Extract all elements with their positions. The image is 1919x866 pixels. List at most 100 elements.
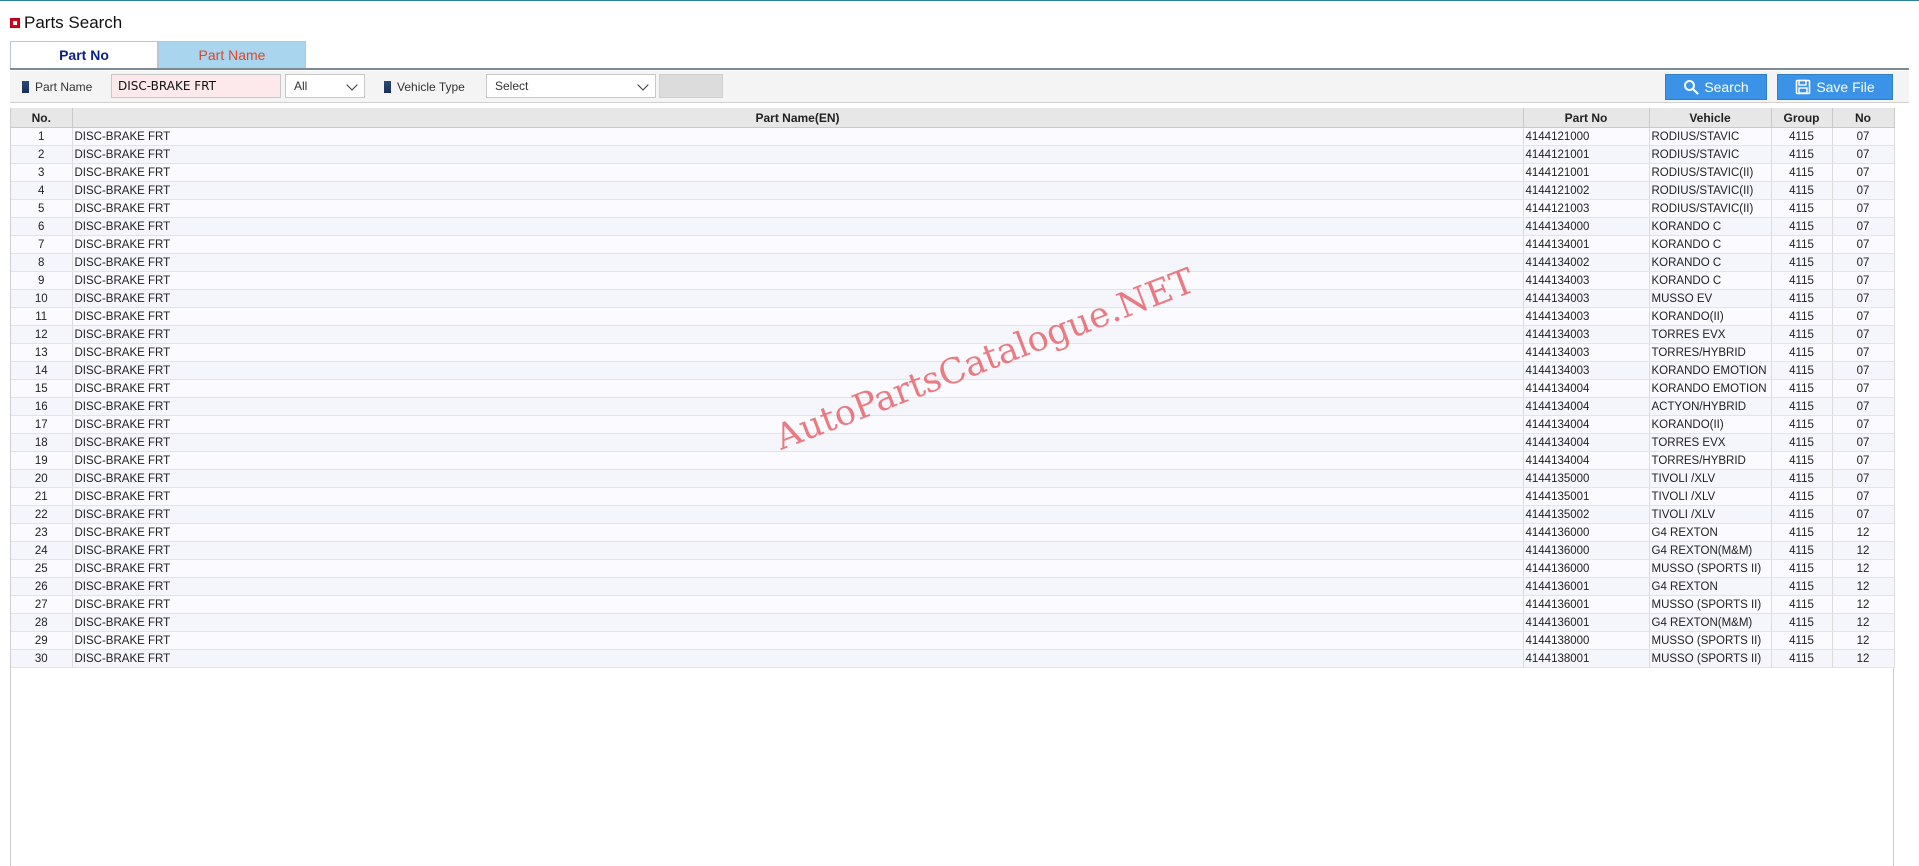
- cell-part-name: DISC-BRAKE FRT: [72, 127, 1524, 146]
- cell-sub-no: 07: [1832, 217, 1895, 236]
- cell-vehicle: KORANDO C: [1649, 235, 1772, 254]
- save-file-button[interactable]: Save File: [1777, 74, 1893, 100]
- cell-sub-no: 07: [1832, 433, 1895, 452]
- table-row[interactable]: 13 DISC-BRAKE FRT 4144134003 TORRES/HYBRID 4…: [11, 343, 1895, 362]
- table-row[interactable]: 3 DISC-BRAKE FRT 4144121001 RODIUS/STAVIC(I…: [11, 163, 1895, 182]
- cell-part-no: 4144134000: [1523, 217, 1650, 236]
- cell-group: 4115: [1771, 487, 1833, 506]
- table-row[interactable]: 15 DISC-BRAKE FRT 4144134004 KORANDO EMOTIO…: [11, 379, 1895, 398]
- table-row[interactable]: 5 DISC-BRAKE FRT 4144121003 RODIUS/STAVIC(I…: [11, 199, 1895, 218]
- cell-group: 4115: [1771, 469, 1833, 488]
- table-row[interactable]: 6 DISC-BRAKE FRT 4144134000 KORANDO C 4115 07: [11, 217, 1895, 236]
- table-row[interactable]: 20 DISC-BRAKE FRT 4144135000 TIVOLI /XLV 411…: [11, 469, 1895, 488]
- cell-part-no: 4144136001: [1523, 577, 1650, 596]
- cell-group: 4115: [1771, 181, 1833, 200]
- cell-no: 29: [11, 631, 73, 650]
- cell-sub-no: 12: [1832, 649, 1895, 668]
- table-row[interactable]: 21 DISC-BRAKE FRT 4144135001 TIVOLI /XLV 411…: [11, 487, 1895, 506]
- cell-group: 4115: [1771, 343, 1833, 362]
- search-button[interactable]: Search: [1665, 74, 1767, 100]
- cell-sub-no: 07: [1832, 451, 1895, 470]
- table-row[interactable]: 7 DISC-BRAKE FRT 4144134001 KORANDO C 4115 07: [11, 235, 1895, 254]
- cell-sub-no: 07: [1832, 505, 1895, 524]
- cell-vehicle: MUSSO (SPORTS II): [1649, 595, 1772, 614]
- column-header-group[interactable]: Group: [1771, 108, 1833, 128]
- table-row[interactable]: 18 DISC-BRAKE FRT 4144134004 TORRES EVX 4115…: [11, 433, 1895, 452]
- cell-sub-no: 07: [1832, 469, 1895, 488]
- cell-sub-no: 12: [1832, 613, 1895, 632]
- table-row[interactable]: 2 DISC-BRAKE FRT 4144121001 RODIUS/STAVIC 41…: [11, 145, 1895, 164]
- cell-part-no: 4144134003: [1523, 325, 1650, 344]
- cell-part-name: DISC-BRAKE FRT: [72, 379, 1524, 398]
- cell-no: 5: [11, 199, 73, 218]
- filter-select[interactable]: All: [285, 74, 365, 98]
- table-row[interactable]: 10 DISC-BRAKE FRT 4144134003 MUSSO EV 4115 07: [11, 289, 1895, 308]
- table-row[interactable]: 22 DISC-BRAKE FRT 4144135002 TIVOLI /XLV 411…: [11, 505, 1895, 524]
- search-tabs: Part No Part Name: [10, 41, 306, 68]
- cell-sub-no: 07: [1832, 397, 1895, 416]
- cell-part-name: DISC-BRAKE FRT: [72, 577, 1524, 596]
- tab-part-no[interactable]: Part No: [10, 41, 158, 68]
- cell-no: 2: [11, 145, 73, 164]
- cell-group: 4115: [1771, 127, 1833, 146]
- cell-group: 4115: [1771, 595, 1833, 614]
- table-row[interactable]: 26 DISC-BRAKE FRT 4144136001 G4 REXTON 4115 1…: [11, 577, 1895, 596]
- cell-no: 16: [11, 397, 73, 416]
- table-row[interactable]: 23 DISC-BRAKE FRT 4144136000 G4 REXTON 4115 1…: [11, 523, 1895, 542]
- table-row[interactable]: 8 DISC-BRAKE FRT 4144134002 KORANDO C 4115 07: [11, 253, 1895, 272]
- cell-part-name: DISC-BRAKE FRT: [72, 433, 1524, 452]
- table-row[interactable]: 29 DISC-BRAKE FRT 4144138000 MUSSO (SPORTS …: [11, 631, 1895, 650]
- table-row[interactable]: 27 DISC-BRAKE FRT 4144136001 MUSSO (SPORTS …: [11, 595, 1895, 614]
- cell-part-name: DISC-BRAKE FRT: [72, 307, 1524, 326]
- search-toolbar: Part Name All Vehicle Type Select Search: [10, 71, 1909, 103]
- cell-vehicle: TORRES EVX: [1649, 433, 1772, 452]
- cell-part-name: DISC-BRAKE FRT: [72, 271, 1524, 290]
- cell-group: 4115: [1771, 451, 1833, 470]
- table-row[interactable]: 17 DISC-BRAKE FRT 4144134004 KORANDO(II) 411…: [11, 415, 1895, 434]
- vehicle-type-select[interactable]: Select: [486, 74, 656, 98]
- cell-group: 4115: [1771, 199, 1833, 218]
- cell-vehicle: KORANDO EMOTION: [1649, 379, 1772, 398]
- cell-part-no: 4144136001: [1523, 613, 1650, 632]
- cell-vehicle: MUSSO EV: [1649, 289, 1772, 308]
- column-header-sub-no[interactable]: No: [1832, 108, 1895, 128]
- table-row[interactable]: 12 DISC-BRAKE FRT 4144134003 TORRES EVX 4115…: [11, 325, 1895, 344]
- column-header-no[interactable]: No.: [11, 108, 73, 128]
- cell-vehicle: TORRES/HYBRID: [1649, 343, 1772, 362]
- cell-no: 6: [11, 217, 73, 236]
- cell-part-no: 4144136000: [1523, 523, 1650, 542]
- table-row[interactable]: 14 DISC-BRAKE FRT 4144134003 KORANDO EMOTIO…: [11, 361, 1895, 380]
- cell-part-no: 4144134004: [1523, 415, 1650, 434]
- table-row[interactable]: 11 DISC-BRAKE FRT 4144134003 KORANDO(II) 411…: [11, 307, 1895, 326]
- cell-group: 4115: [1771, 379, 1833, 398]
- table-row[interactable]: 1 DISC-BRAKE FRT 4144121000 RODIUS/STAVIC 41…: [11, 127, 1895, 146]
- cell-part-name: DISC-BRAKE FRT: [72, 253, 1524, 272]
- cell-part-no: 4144138001: [1523, 649, 1650, 668]
- cell-part-no: 4144134004: [1523, 397, 1650, 416]
- part-name-input[interactable]: [111, 74, 281, 98]
- cell-part-no: 4144134003: [1523, 289, 1650, 308]
- cell-no: 18: [11, 433, 73, 452]
- table-row[interactable]: 30 DISC-BRAKE FRT 4144138001 MUSSO (SPORTS …: [11, 649, 1895, 668]
- vehicle-type-label-group: Vehicle Type: [384, 80, 465, 94]
- cell-part-name: DISC-BRAKE FRT: [72, 613, 1524, 632]
- table-row[interactable]: 24 DISC-BRAKE FRT 4144136000 G4 REXTON(M&M)…: [11, 541, 1895, 560]
- table-row[interactable]: 9 DISC-BRAKE FRT 4144134003 KORANDO C 4115 07: [11, 271, 1895, 290]
- cell-group: 4115: [1771, 163, 1833, 182]
- column-header-part-no[interactable]: Part No: [1523, 108, 1650, 128]
- cell-vehicle: KORANDO(II): [1649, 307, 1772, 326]
- table-row[interactable]: 25 DISC-BRAKE FRT 4144136000 MUSSO (SPORTS …: [11, 559, 1895, 578]
- column-header-part-name[interactable]: Part Name(EN): [72, 108, 1524, 128]
- cell-group: 4115: [1771, 505, 1833, 524]
- table-row[interactable]: 16 DISC-BRAKE FRT 4144134004 ACTYON/HYBRID 4…: [11, 397, 1895, 416]
- cell-sub-no: 07: [1832, 253, 1895, 272]
- table-row[interactable]: 4 DISC-BRAKE FRT 4144121002 RODIUS/STAVIC(I…: [11, 181, 1895, 200]
- column-header-vehicle[interactable]: Vehicle: [1649, 108, 1772, 128]
- cell-sub-no: 12: [1832, 631, 1895, 650]
- tab-part-name[interactable]: Part Name: [158, 41, 306, 68]
- secondary-select[interactable]: [659, 74, 723, 98]
- table-row[interactable]: 28 DISC-BRAKE FRT 4144136001 G4 REXTON(M&M)…: [11, 613, 1895, 632]
- cell-vehicle: KORANDO(II): [1649, 415, 1772, 434]
- cell-part-no: 4144121003: [1523, 199, 1650, 218]
- table-row[interactable]: 19 DISC-BRAKE FRT 4144134004 TORRES/HYBRID 4…: [11, 451, 1895, 470]
